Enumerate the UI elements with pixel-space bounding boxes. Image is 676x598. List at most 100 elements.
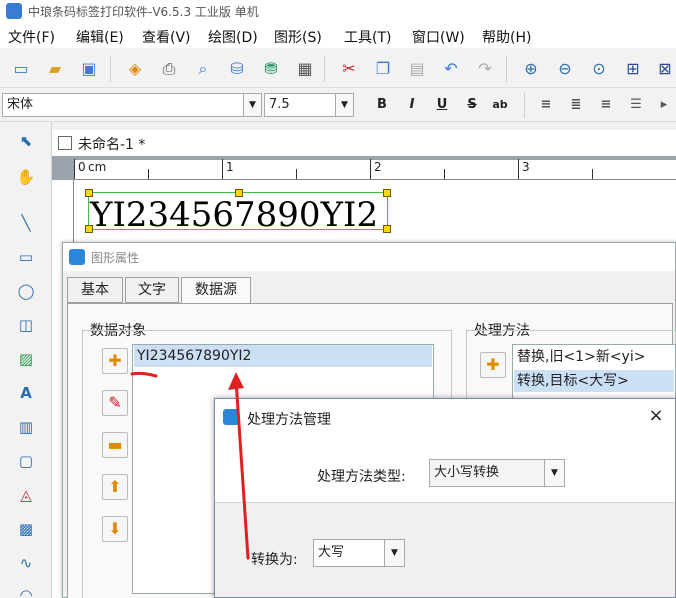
document-icon (58, 136, 72, 150)
add-data-object-button[interactable]: ✚ (102, 348, 128, 374)
grid-icon[interactable]: ▦ (294, 58, 316, 80)
ellipse-tool-icon[interactable]: ◯ (15, 280, 37, 302)
tab-basic[interactable]: 基本 (67, 277, 123, 303)
add-method-button[interactable]: ✚ (480, 352, 506, 378)
underline-button[interactable]: U (432, 96, 452, 114)
convert-to-select[interactable]: 大写 ▼ (313, 539, 405, 567)
rounded-rect-tool-icon[interactable]: ▢ (15, 450, 37, 472)
convert-to-value: 大写 (318, 545, 345, 560)
menu-window[interactable]: 窗口(W) (412, 27, 465, 47)
dialog-title: 图形属性 (91, 251, 140, 265)
list-item[interactable]: 转换,目标<大写> (514, 370, 674, 392)
zoom-page-icon[interactable]: ⊞ (622, 58, 644, 80)
text-wrap-button[interactable]: ab (490, 96, 510, 114)
chevron-down-icon[interactable]: ▼ (384, 540, 404, 566)
rect-tool-icon[interactable]: ▭ (15, 246, 37, 268)
save-icon[interactable]: ▣ (78, 58, 100, 80)
dialog-titlebar: 处理方法管理 × (215, 399, 675, 435)
more-format-icon[interactable]: ▸ (654, 96, 674, 114)
convert-to-label: 转换为: (251, 552, 298, 568)
chevron-down-icon[interactable]: ▼ (335, 94, 353, 116)
resize-handle[interactable] (383, 189, 391, 197)
bold-button[interactable]: B (372, 96, 392, 114)
arc-tool-icon[interactable]: ◠ (15, 584, 37, 598)
method-type-select[interactable]: 大小写转换 ▼ (429, 459, 565, 487)
tab-datasource[interactable]: 数据源 (181, 277, 251, 304)
zoom-in-icon[interactable]: ⊕ (520, 58, 542, 80)
zoom-fit-icon[interactable]: ⊙ (588, 58, 610, 80)
list-item[interactable]: 替换,旧<1>新<yi> (514, 346, 674, 368)
qrcode-tool-icon[interactable]: ▩ (15, 518, 37, 540)
zoom-actual-icon[interactable]: ⊠ (654, 58, 676, 80)
align-left-icon[interactable]: ≡ (536, 96, 556, 114)
menu-edit[interactable]: 编辑(E) (76, 27, 124, 47)
dialog-titlebar: 图形属性 (63, 243, 675, 271)
ruler-label: 0 (78, 160, 86, 174)
font-family-value: 宋体 (7, 97, 34, 112)
method-type-section: 处理方法类型: 大小写转换 ▼ (215, 435, 675, 503)
dialog-app-icon (69, 249, 85, 265)
move-up-button[interactable]: ⬆ (102, 474, 128, 500)
chevron-down-icon[interactable]: ▼ (243, 94, 261, 116)
align-justify-icon[interactable]: ☰ (626, 96, 646, 114)
document-tab[interactable]: 未命名-1 * (52, 130, 676, 156)
method-type-label: 处理方法类型: (317, 469, 406, 485)
cut-icon[interactable]: ✂ (338, 58, 360, 80)
tab-text[interactable]: 文字 (125, 277, 179, 303)
align-right-icon[interactable]: ≡ (596, 96, 616, 114)
ruler-label: 2 (374, 160, 382, 174)
open-folder-icon[interactable]: ▰ (44, 58, 66, 80)
list-item[interactable]: YI234567890YI2 (134, 345, 432, 367)
zoom-out-icon[interactable]: ⊖ (554, 58, 576, 80)
redo-icon[interactable]: ↷ (474, 58, 496, 80)
app-logo-icon (6, 3, 22, 19)
title-bar: 中琅条码标签打印软件-V6.5.3 工业版 单机 (0, 0, 676, 22)
method-management-dialog: 处理方法管理 × 处理方法类型: 大小写转换 ▼ 转换为: 大写 ▼ (214, 398, 676, 598)
ruler-label: 3 (522, 160, 530, 174)
font-family-select[interactable]: 宋体 ▼ (2, 93, 262, 117)
drawing-toolbox: ⬉ ✋ ╲ ▭ ◯ ◫ ▨ A ▥ ▢ ◬ ▩ ∿ ◠ (0, 122, 52, 598)
db-connect-icon[interactable]: ⛃ (260, 58, 282, 80)
select-pointer-icon[interactable]: ⬉ (15, 130, 37, 152)
edit-data-object-button[interactable]: ✎ (102, 390, 128, 416)
menu-tools[interactable]: 工具(T) (344, 27, 391, 47)
move-down-button[interactable]: ⬇ (102, 516, 128, 542)
barcode-tool-icon[interactable]: ▥ (15, 416, 37, 438)
line-tool-icon[interactable]: ╲ (15, 212, 37, 234)
ruler-label: cm (88, 160, 107, 174)
chevron-down-icon[interactable]: ▼ (544, 460, 564, 486)
menu-file[interactable]: 文件(F) (8, 27, 55, 47)
new-file-icon[interactable]: ▭ (10, 58, 32, 80)
main-toolbar: ▭ ▰ ▣ ◈ ⎙ ⌕ ⛁ ⛃ ▦ ✂ ❐ ▤ ↶ ↷ ⊕ ⊖ ⊙ ⊞ ⊠ (0, 48, 676, 88)
print-icon[interactable]: ⎙ (158, 58, 180, 80)
image-tool-icon[interactable]: ▨ (15, 348, 37, 370)
app-title: 中琅条码标签打印软件-V6.5.3 工业版 单机 (28, 5, 259, 19)
paste-icon[interactable]: ▤ (406, 58, 428, 80)
undo-icon[interactable]: ↶ (440, 58, 462, 80)
strikethrough-button[interactable]: S (462, 96, 482, 114)
copy-icon[interactable]: ❐ (372, 58, 394, 80)
close-icon[interactable]: × (645, 405, 667, 427)
menu-shape[interactable]: 图形(S) (274, 27, 322, 47)
print-preview-icon[interactable]: ⌕ (192, 58, 214, 80)
curve-tool-icon[interactable]: ∿ (15, 552, 37, 574)
ruler-label: 1 (226, 160, 234, 174)
polygon-tool-icon[interactable]: ◫ (15, 314, 37, 336)
font-size-select[interactable]: 7.5 ▼ (264, 93, 354, 117)
text-tool-icon[interactable]: A (15, 382, 37, 404)
align-center-icon[interactable]: ≣ (566, 96, 586, 114)
menu-help[interactable]: 帮助(H) (482, 27, 531, 47)
settings-icon[interactable]: ◈ (124, 58, 146, 80)
triangle-tool-icon[interactable]: ◬ (15, 484, 37, 506)
italic-button[interactable]: I (402, 96, 422, 114)
delete-data-object-button[interactable]: ▬ (102, 432, 128, 458)
horizontal-ruler: 0 cm 1 2 3 (74, 159, 676, 180)
resize-handle[interactable] (383, 225, 391, 233)
document-tab-label: 未命名-1 * (78, 137, 146, 153)
menu-draw[interactable]: 绘图(D) (208, 27, 258, 47)
format-toolbar: 宋体 ▼ 7.5 ▼ B I U S ab ≡ ≣ ≡ ☰ ▸ (0, 88, 676, 122)
pan-icon[interactable]: ✋ (15, 166, 37, 188)
menu-view[interactable]: 查看(V) (142, 27, 191, 47)
database-icon[interactable]: ⛁ (226, 58, 248, 80)
barcode-text[interactable]: YI234567890YI2 (90, 196, 378, 234)
